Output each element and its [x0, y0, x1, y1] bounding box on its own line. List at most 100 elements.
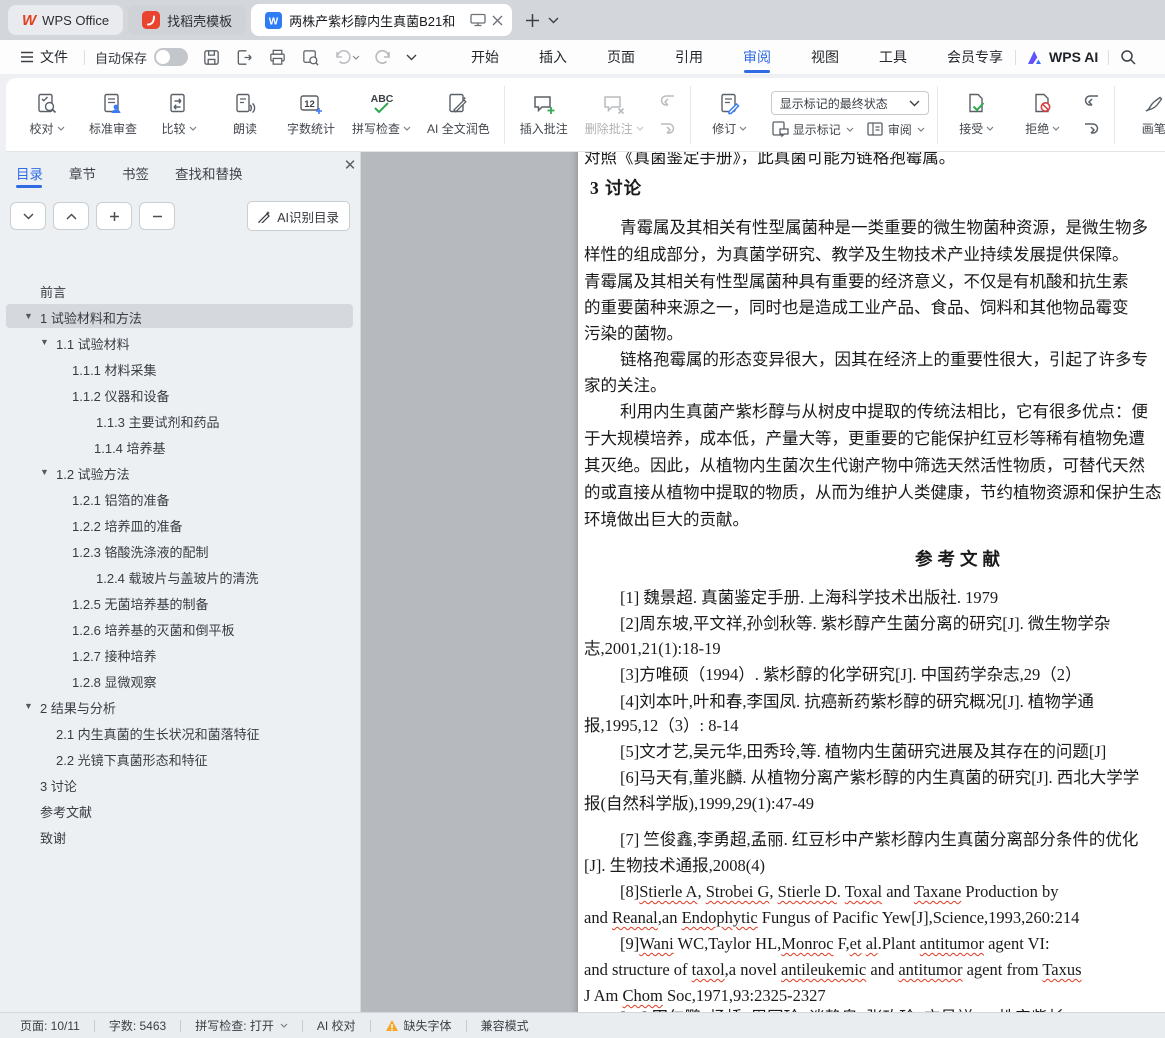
toc-item[interactable]: 1.1.4 培养基	[6, 434, 353, 458]
toc-collapse-up-button[interactable]	[53, 202, 89, 230]
button-label: 显示标记	[792, 122, 841, 137]
spell-check-button[interactable]: ABC 拼写检查	[346, 88, 417, 141]
toc-item[interactable]: 2.1 内生真菌的生长状况和菌落特征	[6, 720, 353, 744]
ribbon-tab-开始[interactable]: 开始	[469, 40, 501, 74]
word-count-button[interactable]: 12 字数统计	[280, 88, 342, 141]
ribbon-tab-页面[interactable]: 页面	[605, 40, 637, 74]
previous-change-button[interactable]	[1080, 90, 1104, 112]
sidebar-tab-查找和替换[interactable]: 查找和替换	[175, 160, 243, 186]
sidebar-tab-书签[interactable]: 书签	[122, 160, 149, 186]
navigation-stack	[1080, 90, 1104, 140]
page-indicator[interactable]: 页面: 10/11	[16, 1017, 84, 1034]
markup-state-dropdown[interactable]: 显示标记的最终状态	[770, 91, 929, 115]
toc-item[interactable]: ▼ 1 试验材料和方法	[6, 304, 353, 328]
tab-close-icon[interactable]	[492, 15, 503, 26]
ribbon-tab-审阅[interactable]: 审阅	[741, 40, 773, 74]
file-menu-button[interactable]: 文件	[14, 44, 74, 70]
dropdown-caret-icon	[986, 126, 994, 131]
toc-item[interactable]: 1.1.1 材料采集	[6, 356, 353, 380]
ribbon-group: 修订 显示标记的最终状态显示标记 审阅	[699, 88, 929, 141]
toc-item[interactable]: ▼ 2 结果与分析	[6, 694, 353, 718]
toc-item[interactable]: 1.2.8 显微观察	[6, 668, 353, 692]
print-button[interactable]	[268, 48, 287, 67]
toc-item[interactable]: 致谢	[6, 824, 353, 848]
compare-button[interactable]: 比较	[148, 88, 210, 141]
toc-zoom-out-button[interactable]	[139, 202, 175, 230]
autosave-control[interactable]: 自动保存	[95, 48, 189, 67]
toc-item-label: 1.2.7 接种培养	[72, 649, 157, 664]
sidebar-close-icon[interactable]: ✕	[340, 155, 360, 175]
undo-button[interactable]	[334, 49, 360, 65]
ink-button[interactable]: 画笔	[1123, 88, 1165, 141]
toc-item[interactable]: ▼ 1.2 试验方法	[6, 460, 353, 484]
customize-toolbar-dropdown-icon[interactable]	[406, 54, 417, 61]
toc-zoom-in-button[interactable]	[96, 202, 132, 230]
toc-item[interactable]: 3 讨论	[6, 772, 353, 796]
reject-button[interactable]: 拒绝	[1012, 88, 1074, 141]
ribbon-tab-插入[interactable]: 插入	[537, 40, 569, 74]
doc-text: Fungus of Pacific Yew[J],Science,1993,26…	[757, 908, 1080, 927]
ai-polish-button[interactable]: AI 全文润色	[421, 88, 496, 141]
ai-proofread-indicator[interactable]: AI 校对	[313, 1017, 360, 1034]
compatibility-mode-indicator[interactable]: 兼容模式	[477, 1017, 533, 1034]
ai-recognize-toc-button[interactable]: AI识别目录	[247, 201, 350, 231]
search-button[interactable]	[1119, 48, 1137, 66]
toc-item[interactable]: 1.2.4 载玻片与盖玻片的清洗	[6, 564, 353, 588]
redo-button[interactable]	[374, 49, 392, 65]
toc-expand-down-button[interactable]	[10, 202, 46, 230]
toc-collapse-arrow-icon[interactable]: ▼	[24, 311, 33, 321]
toc-item[interactable]: 1.2.1 铝箔的准备	[6, 486, 353, 510]
save-button[interactable]	[202, 48, 221, 67]
screen-share-icon[interactable]	[470, 13, 486, 27]
tab-list-dropdown-icon[interactable]	[548, 17, 559, 24]
wps-ai-button[interactable]: WPS AI	[1026, 49, 1098, 65]
show-markup-button[interactable]: 显示标记	[771, 120, 854, 138]
ribbon-tab-视图[interactable]: 视图	[809, 40, 841, 74]
app-tab-1[interactable]: 找稻壳模板	[128, 5, 247, 35]
toc-collapse-arrow-icon[interactable]: ▼	[40, 337, 49, 347]
svg-text:W: W	[269, 16, 279, 27]
delete-comment-icon	[601, 92, 627, 116]
accept-button[interactable]: 接受	[946, 88, 1008, 141]
toc-item[interactable]: 2.2 光镜下真菌形态和特征	[6, 746, 353, 770]
misspelled-word: al	[865, 934, 878, 953]
sidebar-tab-目录[interactable]: 目录	[16, 160, 43, 188]
toc-item-label: 致谢	[40, 831, 67, 846]
toc-item[interactable]: 参考文献	[6, 798, 353, 822]
print-preview-button[interactable]	[301, 48, 320, 67]
review-pane-button[interactable]: 审阅	[866, 120, 925, 138]
toc-item[interactable]: 1.2.5 无菌培养基的制备	[6, 590, 353, 614]
next-change-button[interactable]	[1080, 118, 1104, 140]
insert-comment-button[interactable]: 插入批注	[513, 88, 575, 141]
app-tab-document[interactable]: W 两株产紫杉醇内生真菌B21和	[251, 4, 513, 36]
toc-item[interactable]: 1.2.6 培养基的灭菌和倒平板	[6, 616, 353, 640]
missing-font-warning[interactable]: 缺失字体	[381, 1017, 456, 1034]
toc-collapse-arrow-icon[interactable]: ▼	[40, 467, 49, 477]
toc-item[interactable]: 1.1.2 仪器和设备	[6, 382, 353, 406]
document-page[interactable]: 对照《真菌鉴定手册》，此真菌可能为链格孢霉属。 3 讨论 青霉属及其相关有性型属菌种…	[578, 152, 1165, 1012]
ribbon-group-divider	[936, 85, 938, 144]
autosave-toggle[interactable]	[154, 48, 189, 66]
toc-collapse-arrow-icon[interactable]: ▼	[24, 701, 33, 711]
toc-item[interactable]: 1.2.3 铬酸洗涤液的配制	[6, 538, 353, 562]
new-tab-button[interactable]	[525, 13, 540, 28]
word-count-indicator[interactable]: 字数: 5463	[105, 1017, 170, 1034]
proofread-button[interactable]: 校对	[16, 88, 78, 141]
export-button[interactable]	[235, 48, 254, 67]
toc-item[interactable]: 前言	[6, 278, 353, 302]
ribbon-tab-引用[interactable]: 引用	[673, 40, 705, 74]
app-tab-0[interactable]: W WPS Office	[8, 5, 124, 35]
toc-item[interactable]: 1.2.2 培养皿的准备	[6, 512, 353, 536]
read-aloud-button[interactable]: 朗读	[214, 88, 276, 141]
sidebar-tab-章节[interactable]: 章节	[69, 160, 96, 186]
toc-item[interactable]: 1.2.7 接种培养	[6, 642, 353, 666]
doc-line: J Am Chom Soc,1971,93:2325-2327	[584, 984, 826, 1007]
spell-check-indicator[interactable]: 拼写检查: 打开	[191, 1017, 292, 1034]
standard-review-button[interactable]: 标准审查	[82, 88, 144, 141]
track-changes-button[interactable]: 修订	[699, 88, 761, 141]
ribbon-tab-工具[interactable]: 工具	[877, 40, 909, 74]
ribbon-tab-会员专享[interactable]: 会员专享	[945, 40, 1005, 74]
doc-line: 青霉属及其相关有性型属菌种具有重要的经济意义，不仅是有机酸和抗生素	[584, 272, 1129, 291]
toc-item[interactable]: ▼ 1.1 试验材料	[6, 330, 353, 354]
toc-item[interactable]: 1.1.3 主要试剂和药品	[6, 408, 353, 432]
